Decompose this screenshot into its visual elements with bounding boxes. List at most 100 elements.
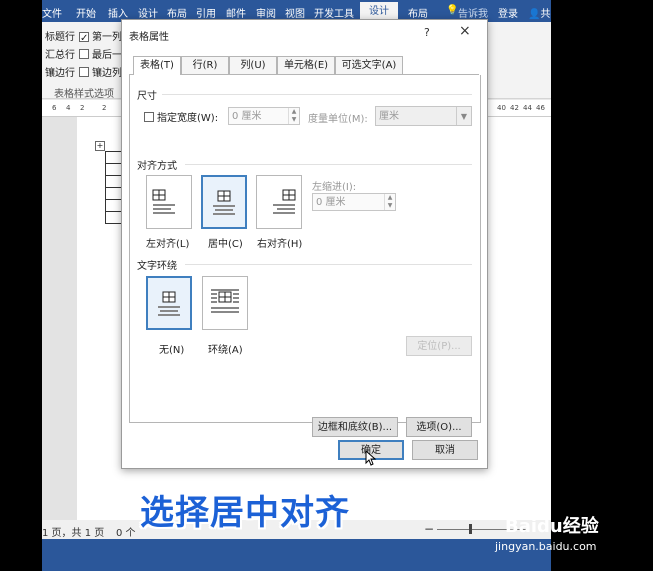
banded-rows-label: 镶边行 — [45, 68, 75, 79]
table-move-handle-icon[interactable]: + — [95, 141, 105, 151]
align-right-label[interactable]: 右对齐(H) — [257, 235, 302, 250]
baidu-watermark-url: jingyan.baidu.com — [495, 540, 597, 553]
banded-columns-option[interactable]: 镶边列 — [79, 64, 122, 79]
ruler-tick: 46 — [536, 104, 545, 112]
video-caption: 选择居中对齐 — [140, 493, 350, 533]
total-row-option[interactable]: 汇总行 — [45, 46, 75, 61]
checkbox-icon: ✓ — [79, 32, 89, 44]
align-center-label[interactable]: 居中(C) — [208, 235, 243, 250]
align-left-icon — [152, 189, 175, 214]
ruler-tick: 2 — [102, 104, 107, 112]
wrap-around-icon — [211, 289, 239, 313]
divider — [162, 94, 472, 95]
ribbon-tab-review[interactable]: 审阅 — [256, 5, 276, 20]
page-count: 1 页，共 1 页 — [42, 528, 105, 539]
spinner-arrows-icon[interactable]: ▲ ▼ — [288, 108, 299, 124]
measure-unit-value: 厘米 — [379, 111, 399, 122]
share-icon[interactable]: 👤共 — [528, 5, 550, 20]
ruler-tick: 6 — [52, 104, 57, 112]
checkbox-icon — [79, 67, 89, 77]
align-left-label[interactable]: 左对齐(L) — [146, 235, 189, 250]
ribbon-tab-design[interactable]: 设计 — [138, 5, 158, 20]
cancel-button[interactable]: 取消 — [412, 440, 478, 460]
borders-and-shading-button[interactable]: 边框和底纹(B)... — [312, 417, 398, 437]
indent-spinner[interactable]: 0 厘米 ▲ ▼ — [312, 193, 396, 211]
divider — [185, 264, 472, 265]
dialog-tab-strip: 表格(T) 行(R) 列(U) 单元格(E) 可选文字(A) — [129, 56, 479, 75]
word-count: 0 个 — [116, 528, 136, 539]
taskbar-strip — [42, 539, 551, 571]
tab-row[interactable]: 行(R) — [181, 56, 229, 74]
close-icon[interactable]: × — [459, 23, 471, 39]
share-label: 共 — [540, 9, 551, 20]
last-column-label: 最后一 — [92, 50, 122, 61]
baidu-watermark-logo: Baidu经验 — [505, 516, 599, 537]
wrap-none-option[interactable] — [146, 276, 192, 330]
align-left-option[interactable] — [146, 175, 192, 229]
group-label: 表格样式选项 — [54, 89, 114, 100]
lightbulb-icon: 💡 — [446, 5, 459, 16]
preferred-width-label: 指定宽度(W): — [157, 113, 219, 124]
wrap-none-icon — [158, 291, 180, 316]
login-link[interactable]: 登录 — [498, 5, 518, 20]
table-tab-panel: 尺寸 指定宽度(W): 0 厘米 ▲ ▼ 度量单位(M): 厘米 ▼ 对齐方式 左对齐… — [129, 75, 481, 437]
mouse-cursor-icon — [365, 450, 377, 466]
preferred-width-checkbox[interactable]: 指定宽度(W): — [144, 109, 218, 124]
ribbon-tab-insert[interactable]: 插入 — [108, 5, 128, 20]
size-section-title: 尺寸 — [137, 91, 157, 102]
checkbox-icon — [144, 112, 154, 122]
positioning-button[interactable]: 定位(P)... — [406, 336, 472, 356]
ruler-tick: 40 — [497, 104, 506, 112]
banded-rows-option[interactable]: 镶边行 — [45, 64, 75, 79]
help-icon[interactable]: ? — [424, 26, 430, 39]
width-spinner[interactable]: 0 厘米 ▲ ▼ — [228, 107, 300, 125]
options-button[interactable]: 选项(O)... — [406, 417, 472, 437]
chevron-down-icon: ▼ — [456, 107, 471, 125]
dialog-title: 表格属性 — [129, 32, 169, 43]
measure-in-label: 度量单位(M): — [308, 114, 368, 125]
alignment-section-title: 对齐方式 — [137, 161, 177, 172]
align-right-option[interactable] — [256, 175, 302, 229]
ruler-tick: 44 — [523, 104, 532, 112]
ruler-tick: 2 — [80, 104, 85, 112]
tab-column[interactable]: 列(U) — [229, 56, 277, 74]
align-center-option[interactable] — [201, 175, 247, 229]
width-value: 0 厘米 — [232, 111, 262, 122]
tell-me-box[interactable]: 告诉我 — [458, 5, 488, 20]
ribbon-tab-developer[interactable]: 开发工具 — [314, 5, 354, 20]
ribbon-tab-home[interactable]: 开始 — [76, 5, 96, 20]
wrap-around-label[interactable]: 环绕(A) — [208, 341, 243, 356]
first-column-option[interactable]: ✓ 第一列 — [79, 28, 122, 44]
text-wrapping-section-title: 文字环绕 — [137, 261, 177, 272]
divider — [185, 164, 472, 165]
indent-value: 0 厘米 — [316, 197, 346, 208]
zoom-out-icon[interactable]: − — [424, 522, 434, 536]
zoom-slider-thumb[interactable] — [469, 524, 472, 534]
first-column-label: 第一列 — [92, 32, 122, 43]
ribbon-tab-file[interactable]: 文件 — [42, 5, 62, 20]
table-properties-dialog: 表格属性 ? × 表格(T) 行(R) 列(U) 单元格(E) 可选文字(A) … — [121, 19, 488, 469]
checkbox-icon — [79, 49, 89, 59]
align-right-icon — [273, 189, 296, 214]
ruler-tick: 42 — [510, 104, 519, 112]
wrap-none-label[interactable]: 无(N) — [159, 341, 184, 356]
ribbon-tab-references[interactable]: 引用 — [196, 5, 216, 20]
banded-columns-label: 镶边列 — [92, 68, 122, 79]
indent-from-left-label: 左缩进(I): — [312, 182, 357, 193]
last-column-option[interactable]: 最后一 — [79, 46, 122, 61]
wrap-around-option[interactable] — [202, 276, 248, 330]
total-row-label: 汇总行 — [45, 50, 75, 61]
align-center-icon — [213, 190, 235, 215]
header-row-label: 标题行 — [45, 32, 75, 43]
tab-alt-text[interactable]: 可选文字(A) — [335, 56, 403, 74]
ribbon-tab-table-layout[interactable]: 布局 — [408, 5, 428, 20]
tab-cell[interactable]: 单元格(E) — [277, 56, 335, 74]
ruler-tick: 4 — [66, 104, 71, 112]
tab-table[interactable]: 表格(T) — [133, 56, 181, 75]
measure-unit-combo[interactable]: 厘米 ▼ — [375, 106, 472, 126]
ribbon-tab-view[interactable]: 视图 — [285, 5, 305, 20]
ribbon-tab-layout[interactable]: 布局 — [167, 5, 187, 20]
spinner-arrows-icon[interactable]: ▲ ▼ — [384, 194, 395, 210]
ribbon-tab-mailings[interactable]: 邮件 — [226, 5, 246, 20]
header-row-option[interactable]: 标题行 — [45, 28, 75, 43]
